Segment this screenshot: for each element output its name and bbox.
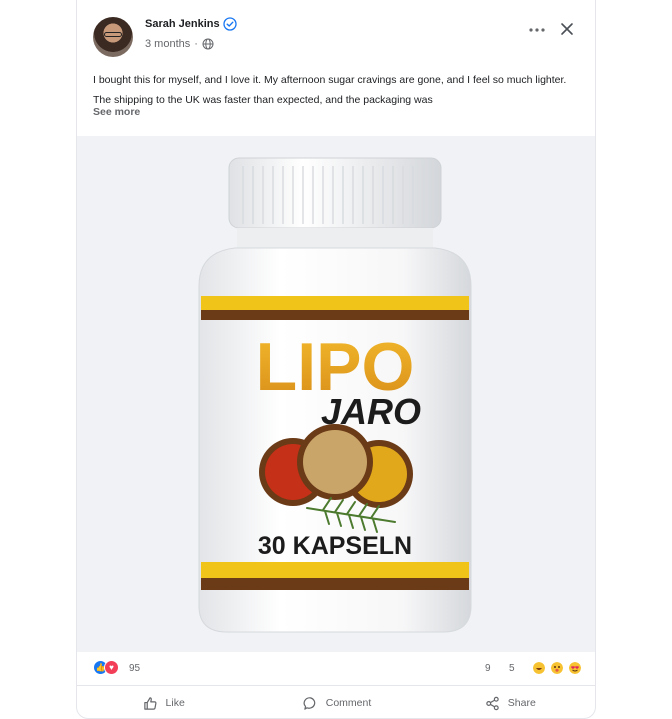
reaction-icons[interactable]: 👍 ♥ <box>93 660 119 675</box>
more-button[interactable] <box>527 22 547 38</box>
verified-icon <box>223 17 237 31</box>
reaction-count[interactable]: 95 <box>129 663 140 674</box>
capsules-text: 30 KAPSELN <box>258 532 412 560</box>
share-label: Share <box>507 697 536 709</box>
love-reaction-icon: ♥ <box>104 660 119 675</box>
emoji-reactions[interactable] <box>533 662 581 674</box>
post-meta: 3 months · <box>145 38 214 50</box>
heart-eyes-emoji-icon <box>569 662 581 674</box>
globe-icon <box>202 38 214 50</box>
meta-separator: · <box>194 38 198 50</box>
action-bar: Like Comment Share <box>77 687 595 718</box>
comment-count[interactable]: 9 <box>485 663 491 674</box>
share-icon <box>486 696 499 710</box>
like-button[interactable]: Like <box>77 687 250 718</box>
see-more-link[interactable]: See more <box>93 106 140 118</box>
share-count[interactable]: 5 <box>509 663 515 674</box>
like-label: Like <box>165 697 185 709</box>
wow-emoji-icon <box>551 662 563 674</box>
laugh-emoji-icon <box>533 662 545 674</box>
more-icon <box>529 28 545 32</box>
like-icon <box>143 696 157 710</box>
close-icon[interactable] <box>558 20 576 38</box>
post-header: Sarah Jenkins 3 months · <box>77 0 595 62</box>
post-text: I bought this for myself, and I love it.… <box>93 74 567 106</box>
comment-label: Comment <box>325 697 372 709</box>
supplement-bottle: LIPO JARO 30 KAPSELN <box>198 157 472 633</box>
share-button[interactable]: Share <box>424 687 595 718</box>
post-card: Sarah Jenkins 3 months · I bought this f… <box>76 0 596 719</box>
avatar[interactable] <box>93 17 133 57</box>
comment-button[interactable]: Comment <box>250 687 423 718</box>
author-name[interactable]: Sarah Jenkins <box>145 18 220 30</box>
comment-icon <box>303 696 316 710</box>
reactions-row: 👍 ♥ 95 9 5 <box>77 652 595 686</box>
product-image[interactable]: LIPO JARO 30 KAPSELN <box>77 136 595 652</box>
post-time[interactable]: 3 months <box>145 38 190 50</box>
